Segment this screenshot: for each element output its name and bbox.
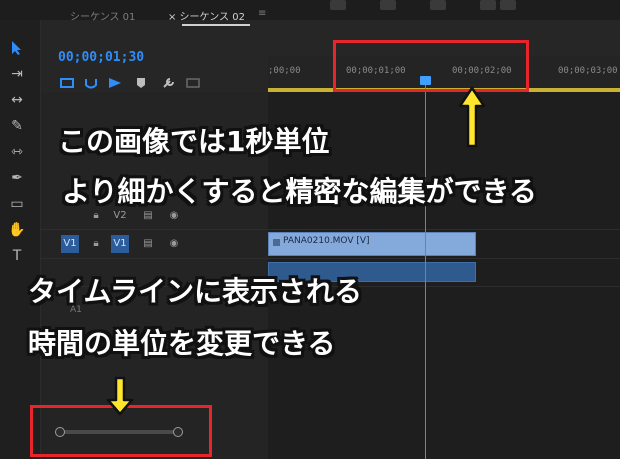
add-marker-icon[interactable] <box>134 74 148 88</box>
toolbar-glyph[interactable] <box>430 0 446 10</box>
annotation-caption: 時間の単位を変更できる <box>28 327 336 360</box>
linked-selection-icon[interactable] <box>108 74 122 88</box>
toolbar-glyph[interactable] <box>500 0 516 10</box>
ruler-tick-label: ;00;00 <box>268 66 301 76</box>
snap-icon[interactable] <box>84 74 98 89</box>
tab-sequence-01[interactable]: シーケンス 01 <box>70 8 135 23</box>
eye-icon[interactable]: ◉ <box>165 235 183 253</box>
annotation-caption: この画像では1秒単位 <box>58 125 330 158</box>
playhead-timecode[interactable]: 00;00;01;30 <box>58 50 144 65</box>
tab-sequence-02[interactable]: × シーケンス 02 <box>168 8 245 23</box>
pen-tool-icon[interactable]: ✒ <box>6 168 28 188</box>
track-row-v2: 🔒︎ V2 ▤ ◉ <box>41 207 620 230</box>
track-label-v1[interactable]: V1 <box>111 235 129 253</box>
video-clip[interactable]: PANA0210.MOV [V] <box>268 232 476 256</box>
playhead-line[interactable] <box>425 84 426 459</box>
selection-tool-icon[interactable] <box>6 38 28 58</box>
annotation-caption: タイムラインに表示される <box>28 275 363 308</box>
panel-menu-icon[interactable]: ≡ <box>258 8 266 19</box>
toolbar-glyph[interactable] <box>330 0 346 10</box>
toolbar-glyph[interactable] <box>380 0 396 10</box>
clip-fx-icon <box>273 239 280 246</box>
type-tool-icon[interactable]: T <box>6 246 28 266</box>
razor-tool-icon[interactable]: ✎ <box>6 116 28 136</box>
ruler-highlight-box <box>333 40 529 92</box>
hand-tool-icon[interactable]: ✋ <box>6 220 28 240</box>
sync-icon[interactable]: ▤ <box>139 235 157 253</box>
track-select-tool-icon[interactable]: ⇥ <box>6 64 28 84</box>
active-tab-indicator <box>182 24 250 26</box>
wrench-icon[interactable] <box>162 74 176 88</box>
source-patch-v1[interactable]: V1 <box>61 235 79 253</box>
slip-tool-icon[interactable]: ⇿ <box>6 142 28 162</box>
nest-icon[interactable] <box>60 74 74 88</box>
tools-panel: ⇥ ↔ ✎ ⇿ ✒ ▭ ✋ T <box>0 20 41 459</box>
annotation-caption: より細かくすると精密な編集ができる <box>62 175 537 208</box>
rectangle-tool-icon[interactable]: ▭ <box>6 194 28 214</box>
ripple-edit-tool-icon[interactable]: ↔ <box>6 90 28 110</box>
ruler-tick-label: 00;00;03;00 <box>558 66 618 76</box>
lock-icon[interactable]: 🔒︎ <box>87 235 105 253</box>
toolbar-glyph[interactable] <box>480 0 496 10</box>
down-arrow-icon <box>106 376 134 416</box>
up-arrow-icon <box>458 86 486 148</box>
clip-label: PANA0210.MOV [V] <box>283 236 370 246</box>
captions-icon[interactable] <box>186 74 200 88</box>
